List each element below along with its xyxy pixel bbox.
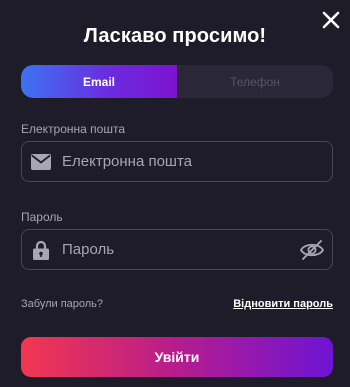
login-modal: Ласкаво просимо! Email Телефон Електронн… <box>0 0 350 387</box>
forgot-password-text: Забули пароль? <box>21 298 104 310</box>
tab-phone[interactable]: Телефон <box>177 65 333 98</box>
login-button[interactable]: Увійти <box>21 337 333 377</box>
password-label: Пароль <box>21 210 63 224</box>
email-label: Електронна пошта <box>21 122 126 136</box>
modal-title: Ласкаво просимо! <box>83 25 267 47</box>
restore-password-link[interactable]: Відновити пароль <box>233 298 333 310</box>
eye-slash-icon[interactable] <box>299 239 325 261</box>
email-field-container <box>21 141 333 182</box>
envelope-icon <box>31 152 51 172</box>
password-field-container <box>21 229 333 270</box>
email-input[interactable] <box>62 142 332 181</box>
tab-email[interactable]: Email <box>21 65 177 98</box>
login-method-tabs: Email Телефон <box>21 65 333 98</box>
lock-icon <box>31 240 51 260</box>
password-input[interactable] <box>62 230 299 269</box>
